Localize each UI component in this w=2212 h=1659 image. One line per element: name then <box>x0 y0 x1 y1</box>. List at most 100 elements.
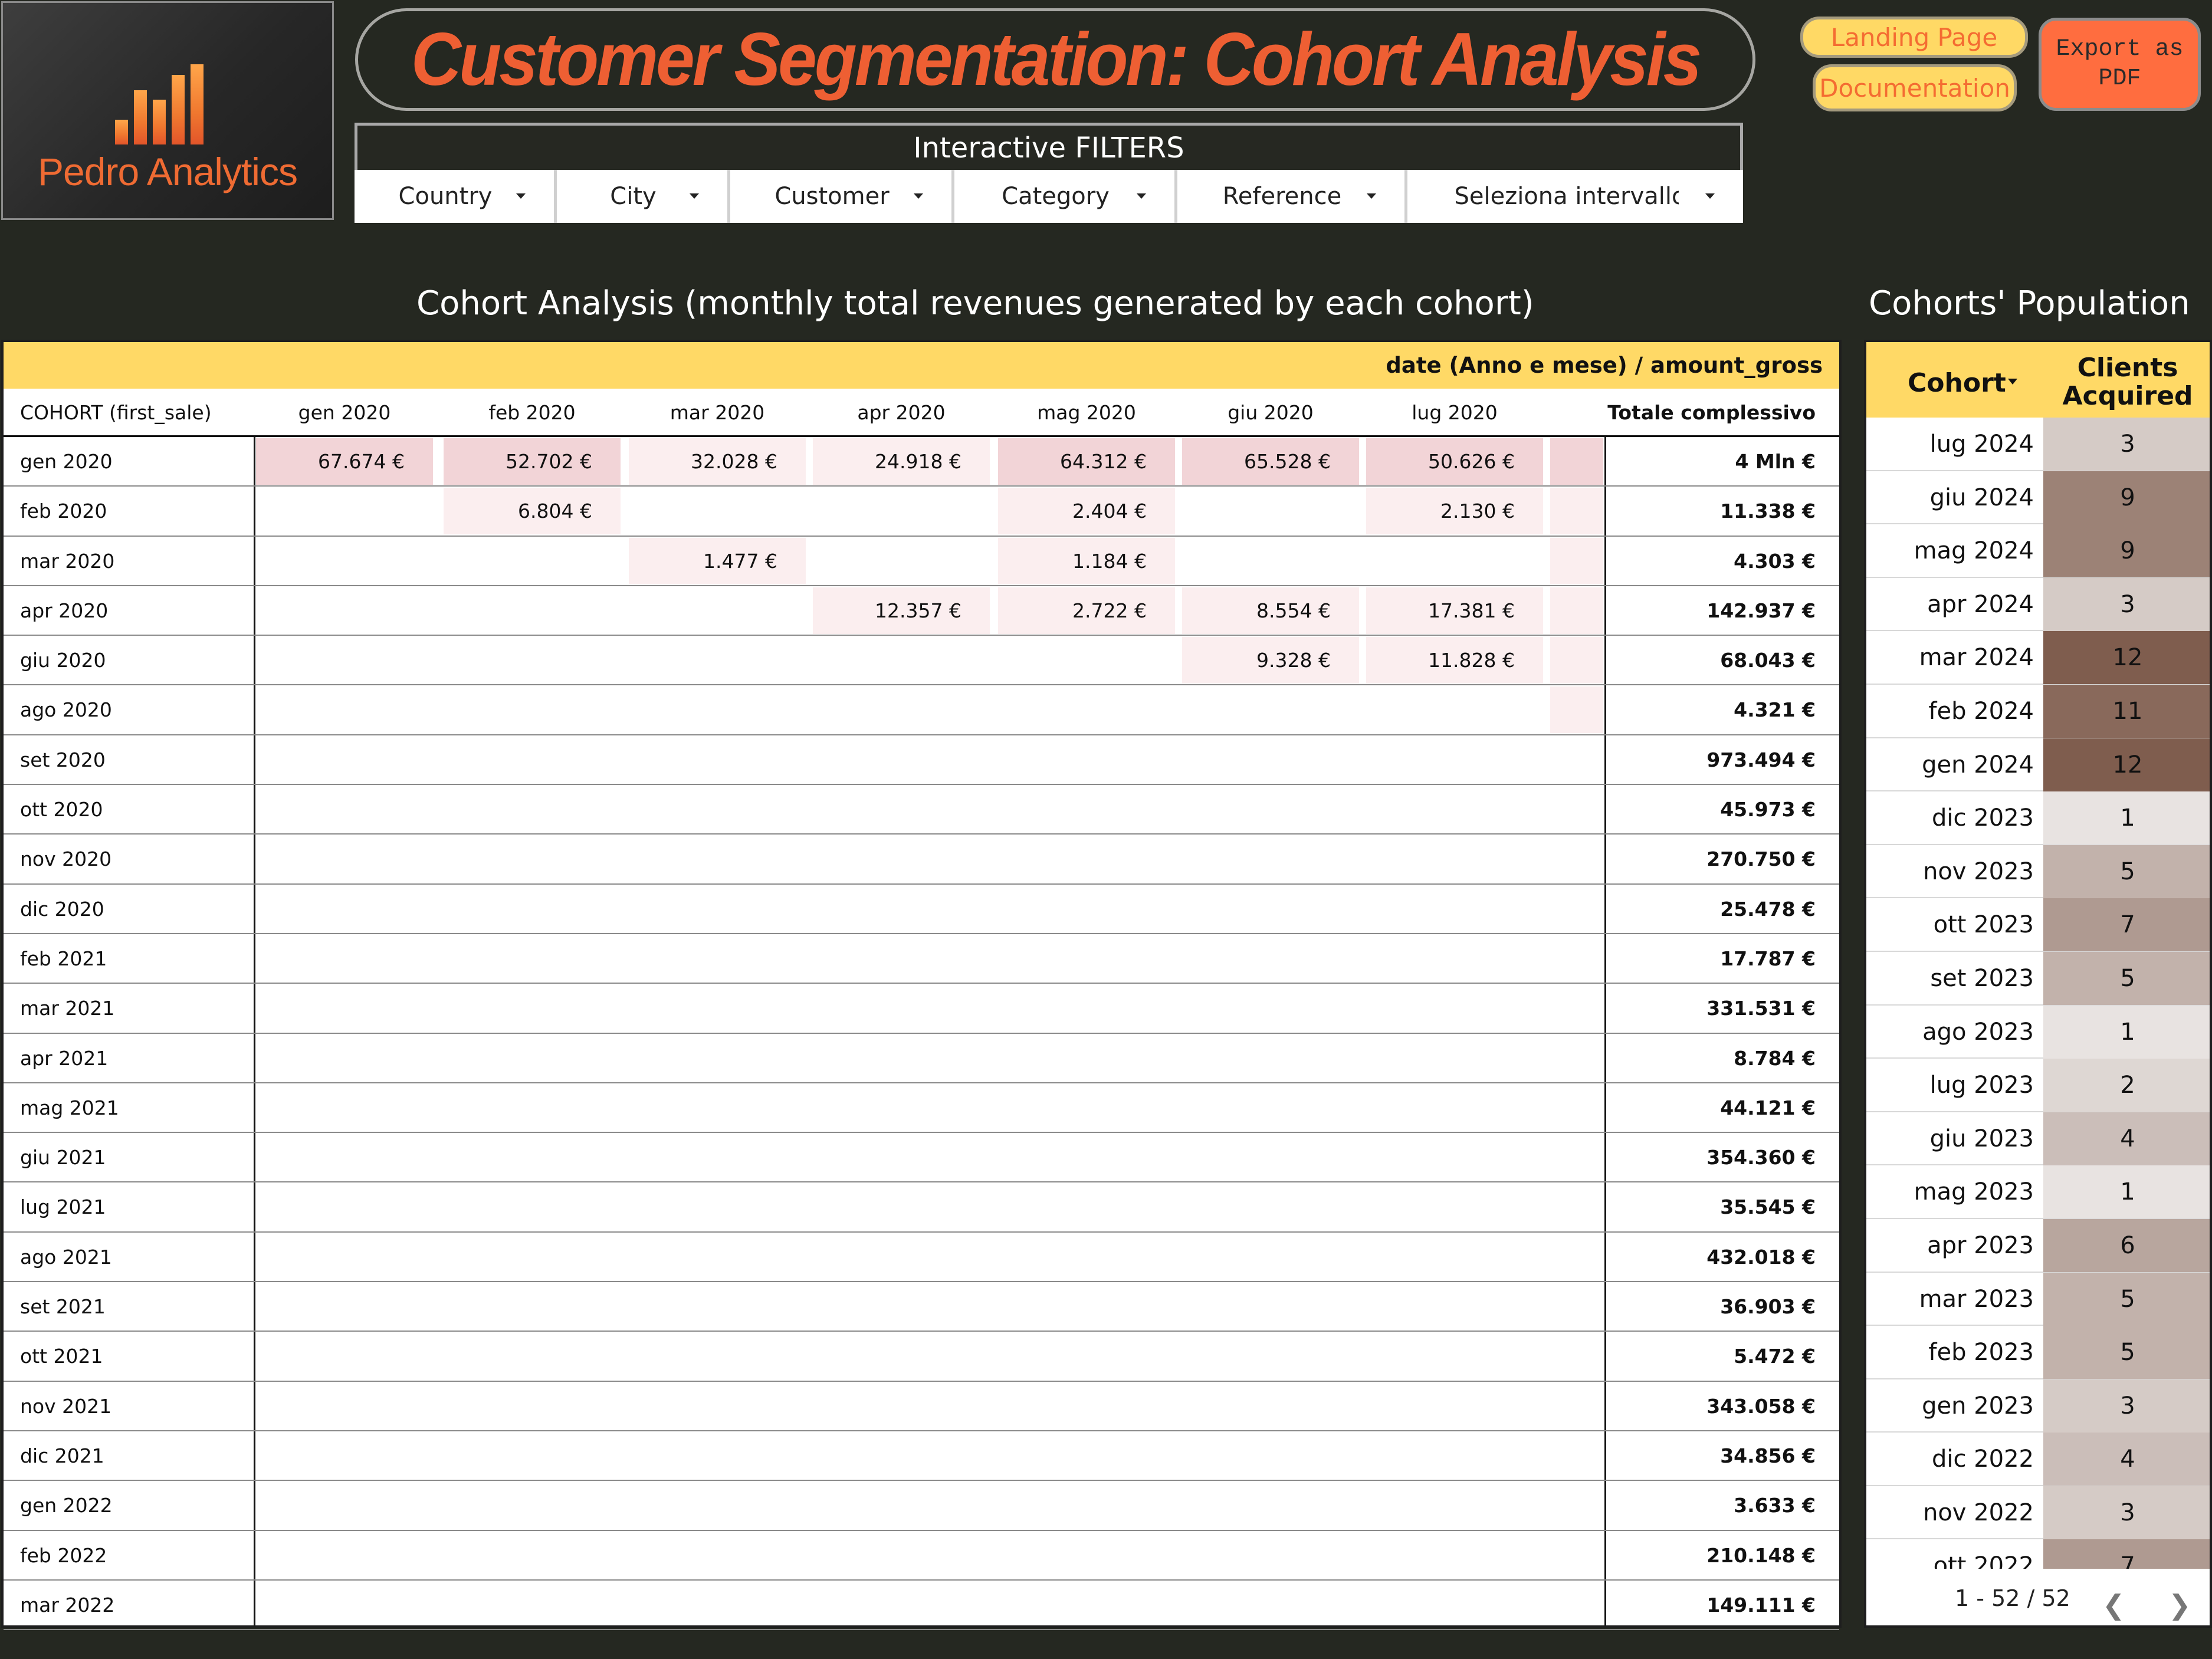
month-column-header[interactable]: giu 2020 <box>1182 389 1359 437</box>
chevron-down-icon <box>690 193 699 199</box>
month-column-header[interactable]: mag 2020 <box>998 389 1175 437</box>
cohort-column-header[interactable]: COHORT (first_sale) <box>20 389 212 437</box>
filter-reference[interactable]: Reference <box>1177 170 1407 223</box>
clients-acquired-cell: 4 <box>2043 1112 2210 1165</box>
value-cell <box>629 886 806 932</box>
value-cell <box>256 1582 433 1628</box>
value-cell: 65.528 € <box>1182 438 1359 485</box>
cohort-label: ago 2023 <box>1922 1018 2034 1046</box>
row-total: 36.903 € <box>1720 1295 1816 1319</box>
table-row: mag 2021 44.121 € <box>4 1083 1839 1134</box>
value-cell <box>813 1433 990 1479</box>
overflow-column-cell <box>1550 1383 1603 1430</box>
value-cell <box>1182 1184 1359 1230</box>
pedro-analytics-logo: Pedro Analytics <box>1 1 334 220</box>
month-column-header[interactable]: mar 2020 <box>629 389 806 437</box>
value-cell: 11.828 € <box>1366 637 1543 684</box>
cohorts-population-title: Cohorts' Population <box>1869 284 2190 323</box>
value-cell <box>998 1234 1175 1280</box>
filter-date-range[interactable]: Seleziona intervallo di <box>1407 170 1743 223</box>
cohort-label: mar 2022 <box>20 1593 115 1617</box>
cohort-label: giu 2021 <box>20 1146 106 1169</box>
overflow-column-cell <box>1550 737 1603 783</box>
table-row: set 2021 36.903 € <box>4 1282 1839 1332</box>
row-total: 68.043 € <box>1720 649 1816 672</box>
overflow-column-cell <box>1550 1532 1603 1579</box>
table-row: ott 2023 7 <box>1866 898 2210 952</box>
chevron-down-icon <box>516 193 526 199</box>
value-cell <box>256 1333 433 1379</box>
month-column-header[interactable]: lug 2020 <box>1366 389 1543 437</box>
row-total: 343.058 € <box>1706 1394 1816 1418</box>
chevron-right-icon[interactable]: ❯ <box>2168 1589 2191 1621</box>
page-title: Customer Segmentation: Cohort Analysis <box>411 17 1702 102</box>
row-total: 270.750 € <box>1706 847 1816 871</box>
filter-category[interactable]: Category <box>954 170 1177 223</box>
value-cell: 8.554 € <box>1182 587 1359 634</box>
cohort-label: feb 2022 <box>20 1543 107 1567</box>
value-cell <box>444 1184 621 1230</box>
chevron-left-icon[interactable]: ❮ <box>2102 1589 2125 1621</box>
value-cell <box>1366 1234 1543 1280</box>
table-row: feb 2024 11 <box>1866 684 2210 738</box>
overflow-column-cell <box>1550 637 1603 684</box>
clients-acquired-cell: 1 <box>2043 1005 2210 1059</box>
filter-city[interactable]: City <box>557 170 730 223</box>
month-column-header[interactable]: gen 2020 <box>256 389 433 437</box>
table-row: apr 2021 8.784 € <box>4 1034 1839 1083</box>
clients-acquired-cell: 12 <box>2043 738 2210 791</box>
value-cell <box>629 1234 806 1280</box>
clients-acquired-cell: 7 <box>2043 898 2210 952</box>
filter-country[interactable]: Country <box>355 170 557 223</box>
cohort-sort-header[interactable]: Cohort <box>1908 368 2006 398</box>
value-cell <box>444 637 621 684</box>
value-cell <box>629 1035 806 1082</box>
table-row: lug 2023 2 <box>1866 1059 2210 1112</box>
overflow-column-cell <box>1550 985 1603 1031</box>
clients-acquired-header[interactable]: Clients Acquired <box>2043 354 2212 410</box>
documentation-button[interactable]: Documentation <box>1813 64 2017 111</box>
value-cell <box>1182 1383 1359 1430</box>
row-total: 44.121 € <box>1720 1096 1816 1119</box>
cohort-label: lug 2024 <box>1929 431 2034 458</box>
cohort-label: mag 2021 <box>20 1096 119 1119</box>
cohort-label: feb 2021 <box>20 947 107 970</box>
value-cell <box>629 1582 806 1628</box>
row-total: 4.303 € <box>1734 549 1816 573</box>
month-column-header[interactable]: feb 2020 <box>444 389 621 437</box>
value-cell <box>256 836 433 882</box>
sort-desc-icon[interactable] <box>2008 379 2017 385</box>
cohort-label: feb 2024 <box>1928 697 2034 725</box>
filter-customer[interactable]: Customer <box>730 170 954 223</box>
value-cell <box>629 1283 806 1330</box>
cohort-label: lug 2023 <box>1929 1072 2034 1099</box>
pivot-body: gen 2020 67.674 €52.702 €32.028 €24.918 €… <box>4 437 1839 1631</box>
clients-acquired-cell: 3 <box>2043 418 2210 471</box>
chevron-down-icon <box>1367 193 1376 199</box>
total-column-header[interactable]: Totale complessivo <box>1606 389 1842 437</box>
export-pdf-button[interactable]: Export as PDF <box>2039 18 2201 111</box>
value-cell <box>1182 1482 1359 1529</box>
value-cell <box>998 1085 1175 1131</box>
value-cell: 64.312 € <box>998 438 1175 485</box>
value-cell <box>444 886 621 932</box>
table-row: mar 2024 12 <box>1866 631 2210 685</box>
value-cell <box>998 1433 1175 1479</box>
value-cell <box>1366 737 1543 783</box>
value-cell <box>1182 1333 1359 1379</box>
value-cell <box>629 686 806 733</box>
value-cell <box>444 1035 621 1082</box>
value-cell <box>1182 985 1359 1031</box>
value-cell: 52.702 € <box>444 438 621 485</box>
cohort-analysis-title: Cohort Analysis (monthly total revenues … <box>416 284 1534 323</box>
value-cell <box>998 836 1175 882</box>
overflow-column-cell <box>1550 686 1603 734</box>
cohort-label: mar 2020 <box>20 549 115 573</box>
value-cell <box>256 488 433 534</box>
table-row: ott 2021 5.472 € <box>4 1332 1839 1382</box>
landing-page-button[interactable]: Landing Page <box>1800 17 2028 58</box>
month-column-header[interactable]: apr 2020 <box>813 389 990 437</box>
value-cell <box>256 1035 433 1082</box>
cohort-label: nov 2023 <box>1922 858 2034 885</box>
value-cell <box>813 1234 990 1280</box>
